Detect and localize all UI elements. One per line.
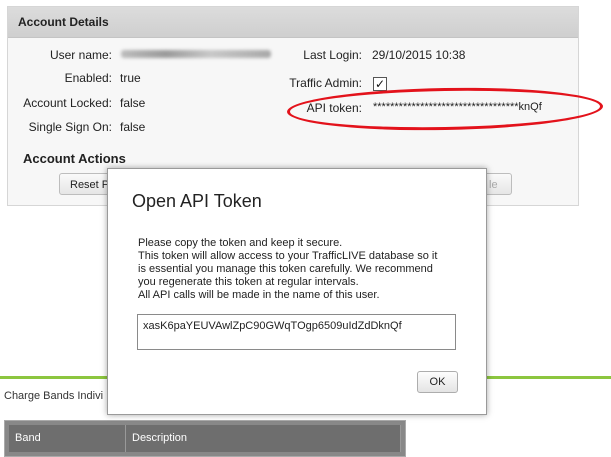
column-header-description[interactable]: Description <box>126 425 401 452</box>
dialog-message-line: Please copy the token and keep it secure… <box>138 237 343 249</box>
enabled-value: true <box>120 71 141 85</box>
user-name-label: User name: <box>49 48 112 62</box>
charge-bands-label: Charge Bands Indivi <box>4 390 104 402</box>
api-token-textbox[interactable]: xasK6paYEUVAwlZpC90GWqTOgp6509uIdZdDknQf <box>137 314 456 350</box>
dialog-message-line: All API calls will be made in the name o… <box>138 289 380 301</box>
dialog-message-line: is essential you manage this token caref… <box>138 263 433 275</box>
ok-button[interactable]: OK <box>417 371 458 393</box>
charge-bands-table-header: Band Description <box>4 420 406 457</box>
dialog-message: Please copy the token and keep it secure… <box>138 237 468 302</box>
dialog-message-line: you regenerate this token at regular int… <box>138 276 359 288</box>
last-login-label: Last Login: <box>303 48 362 62</box>
single-sign-on-value: false <box>120 120 146 134</box>
dialog-message-line: This token will allow access to your Tra… <box>138 250 438 262</box>
traffic-admin-label: Traffic Admin: <box>289 76 362 90</box>
user-name-value-redacted <box>121 50 271 58</box>
traffic-admin-checkbox[interactable]: ✓ <box>373 77 387 91</box>
panel-title: Account Details <box>8 7 578 38</box>
column-header-band[interactable]: Band <box>9 425 126 452</box>
api-token-dialog: Open API Token Please copy the token and… <box>107 168 487 415</box>
single-sign-on-label: Single Sign On: <box>28 120 112 134</box>
account-locked-value: false <box>120 96 146 110</box>
account-actions-title: Account Actions <box>23 151 126 166</box>
enabled-label: Enabled: <box>64 71 112 85</box>
account-locked-label: Account Locked: <box>23 96 112 110</box>
highlight-ellipse <box>286 85 604 133</box>
dialog-title: Open API Token <box>132 191 262 211</box>
last-login-value: 29/10/2015 10:38 <box>372 48 466 62</box>
